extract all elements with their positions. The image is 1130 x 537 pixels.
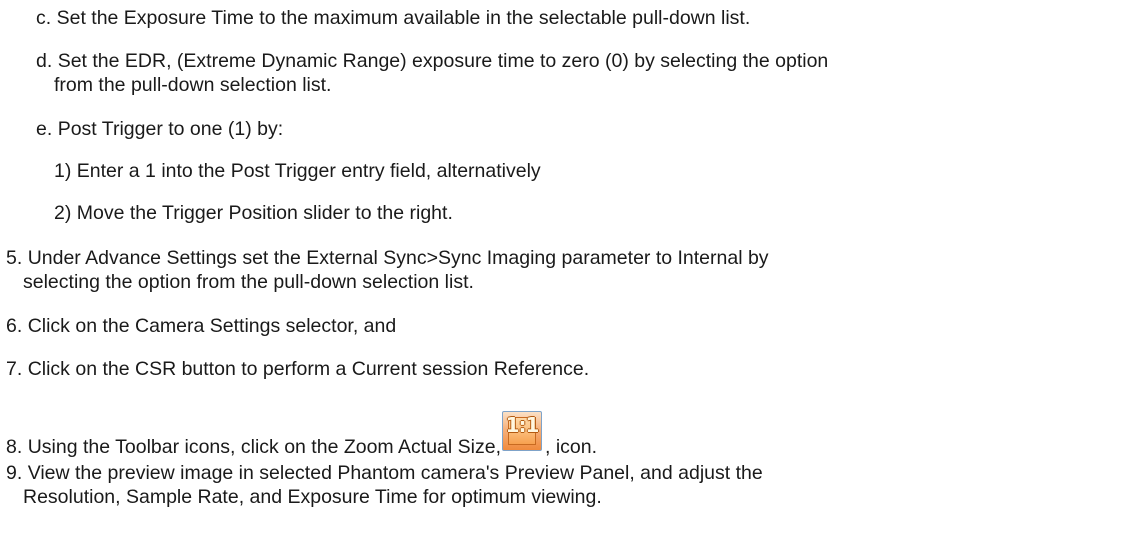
step-7-text: Click on the CSR button to perform a Cur… bbox=[27, 358, 590, 380]
step-c: c. Set the Exposure Time to the maximum … bbox=[36, 6, 750, 30]
step-d-text-line2: from the pull-down selection list. bbox=[54, 74, 332, 96]
step-6-marker: 6. bbox=[6, 315, 23, 337]
step-e-sub-2: 2) Move the Trigger Position slider to t… bbox=[54, 201, 453, 225]
step-e-sub-1-text: Enter a 1 into the Post Trigger entry fi… bbox=[76, 160, 541, 182]
step-9-continuation: Resolution, Sample Rate, and Exposure Ti… bbox=[23, 485, 602, 509]
step-7: 7. Click on the CSR button to perform a … bbox=[6, 357, 589, 381]
step-9-marker: 9. bbox=[6, 462, 23, 484]
step-8-text-before: Using the Toolbar icons, click on the Zo… bbox=[27, 436, 501, 458]
step-d-continuation: from the pull-down selection list. bbox=[54, 73, 331, 97]
step-c-text: Set the Exposure Time to the maximum ava… bbox=[56, 7, 751, 29]
step-e: e. Post Trigger to one (1) by: bbox=[36, 117, 283, 141]
step-9-text-line2: Resolution, Sample Rate, and Exposure Ti… bbox=[23, 486, 602, 508]
step-8-marker: 8. bbox=[6, 436, 23, 458]
step-5-text-line1: Under Advance Settings set the External … bbox=[27, 247, 769, 269]
step-7-marker: 7. bbox=[6, 358, 23, 380]
step-6-text: Click on the Camera Settings selector, a… bbox=[27, 315, 397, 337]
step-e-sub-2-text: Move the Trigger Position slider to the … bbox=[76, 202, 453, 224]
step-e-text: Post Trigger to one (1) by: bbox=[57, 118, 284, 140]
step-6: 6. Click on the Camera Settings selector… bbox=[6, 314, 396, 338]
step-e-sub-2-marker: 2) bbox=[54, 202, 72, 224]
step-8-text-after: , icon. bbox=[544, 436, 598, 458]
step-e-marker: e. bbox=[36, 118, 53, 140]
zoom-actual-size-icon: 1:1 bbox=[501, 411, 544, 459]
step-c-marker: c. bbox=[36, 7, 52, 29]
step-9-text-line1: View the preview image in selected Phant… bbox=[27, 462, 763, 484]
step-e-sub-1-marker: 1) bbox=[54, 160, 72, 182]
step-d-text-line1: Set the EDR, (Extreme Dynamic Range) exp… bbox=[57, 50, 829, 72]
step-d: d. Set the EDR, (Extreme Dynamic Range) … bbox=[36, 49, 828, 73]
step-5-text-line2: selecting the option from the pull-down … bbox=[23, 271, 474, 293]
step-e-sub-1: 1) Enter a 1 into the Post Trigger entry… bbox=[54, 159, 541, 183]
step-5: 5. Under Advance Settings set the Extern… bbox=[6, 246, 769, 270]
zoom-actual-size-icon-label: 1:1 bbox=[505, 413, 540, 437]
step-5-continuation: selecting the option from the pull-down … bbox=[23, 270, 474, 294]
step-8: 8. Using the Toolbar icons, click on the… bbox=[6, 411, 598, 459]
step-5-marker: 5. bbox=[6, 247, 23, 269]
step-9: 9. View the preview image in selected Ph… bbox=[6, 461, 763, 485]
step-d-marker: d. bbox=[36, 50, 53, 72]
